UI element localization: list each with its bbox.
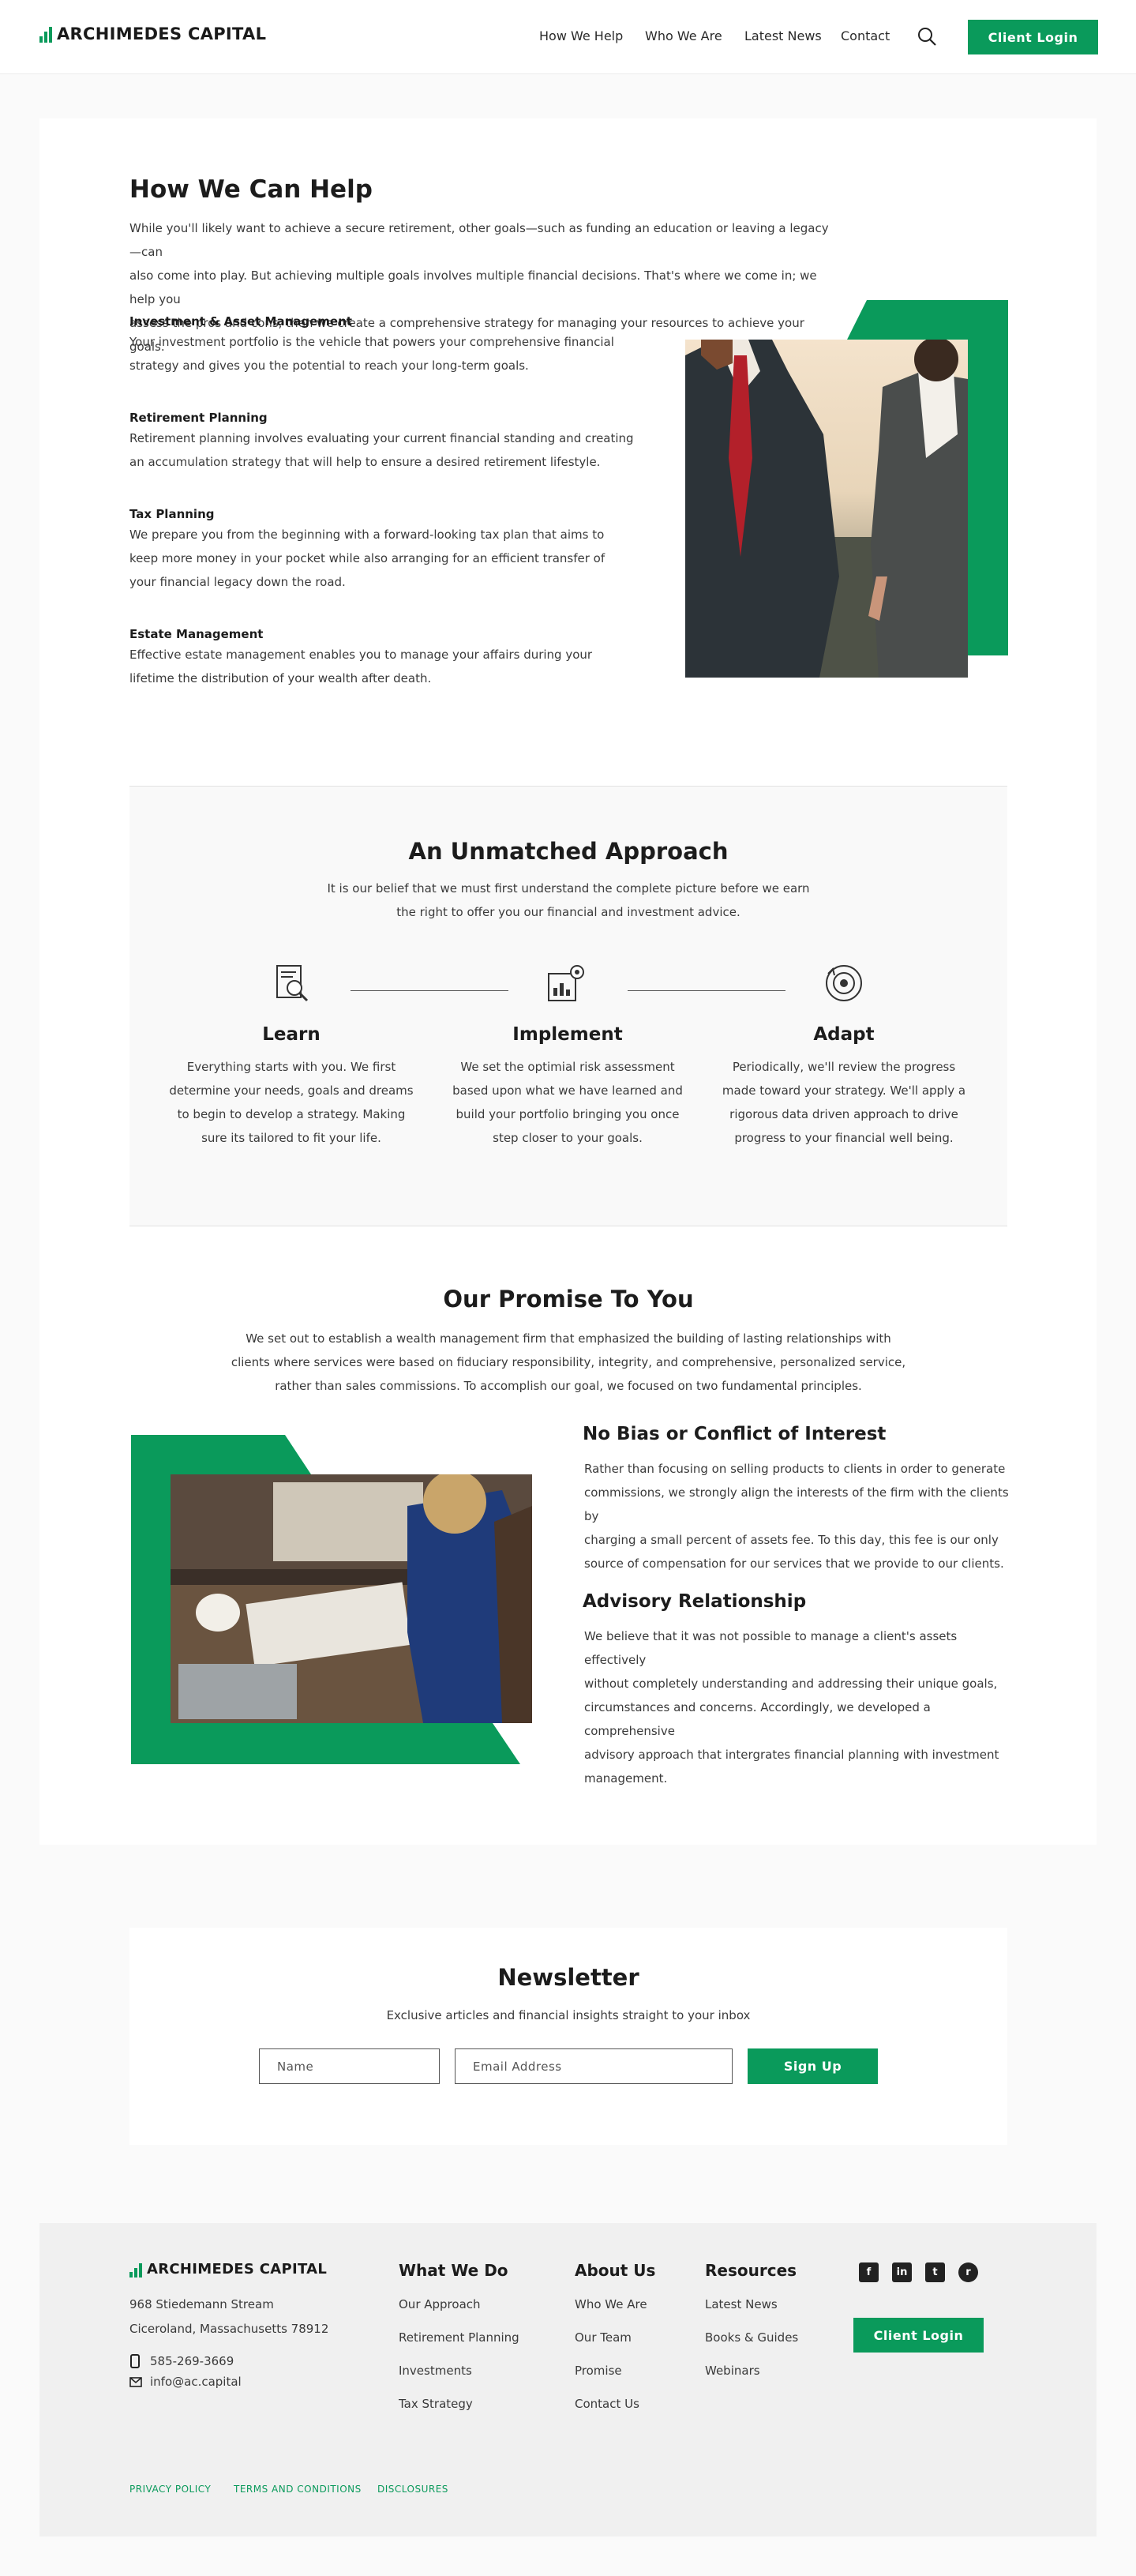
- meeting-photo: [171, 1474, 532, 1723]
- logo-bars-icon: [39, 25, 52, 43]
- newsletter-title: Newsletter: [497, 1964, 639, 1991]
- service-retirement: Retirement Planning Retirement planning …: [129, 411, 643, 474]
- service-title: Retirement Planning: [129, 411, 268, 425]
- target-cycle-icon: [826, 965, 862, 1001]
- step-text-implement: We set the optimial risk assessment based…: [452, 1060, 683, 1145]
- point-text-advisory: We believe that it was not possible to m…: [584, 1629, 999, 1786]
- footer-link-books-guides[interactable]: Books & Guides: [705, 2330, 798, 2345]
- point-text-no-bias: Rather than focusing on selling products…: [584, 1462, 1009, 1571]
- newsletter-section: [129, 1928, 1007, 2145]
- service-title: Tax Planning: [129, 507, 215, 521]
- logo-bars-icon: [129, 2260, 142, 2277]
- business-people-photo: [685, 340, 968, 678]
- footer-link-retirement-planning[interactable]: Retirement Planning: [399, 2330, 519, 2345]
- service-tax: Tax Planning We prepare you from the beg…: [129, 507, 643, 594]
- mail-icon: [129, 2377, 142, 2387]
- reddit-icon[interactable]: r: [958, 2262, 978, 2282]
- approach-intro: It is our belief that we must first unde…: [327, 881, 810, 919]
- signup-button[interactable]: Sign Up: [748, 2048, 878, 2084]
- promise-title: Our Promise To You: [443, 1286, 694, 1312]
- footer-client-login-button[interactable]: Client Login: [853, 2318, 984, 2353]
- footer-col-title-about-us: About Us: [575, 2261, 656, 2280]
- approach-title: An Unmatched Approach: [408, 838, 729, 865]
- footer-col-title-what-we-do: What We Do: [399, 2261, 508, 2280]
- facebook-icon[interactable]: f: [859, 2262, 879, 2282]
- terms-link[interactable]: TERMS AND CONDITIONS: [234, 2484, 362, 2495]
- brand-name: ARCHIMEDES CAPITAL: [57, 24, 267, 43]
- footer-email[interactable]: info@ac.capital: [150, 2375, 242, 2389]
- footer-phone[interactable]: 585-269-3669: [150, 2354, 234, 2368]
- nav-contact[interactable]: Contact: [841, 28, 890, 43]
- nav-who-we-are[interactable]: Who We Are: [645, 28, 722, 43]
- footer-link-tax-strategy[interactable]: Tax Strategy: [399, 2397, 473, 2411]
- help-title: How We Can Help: [129, 175, 373, 204]
- step-title-learn: Learn: [262, 1024, 321, 1045]
- footer-link-latest-news[interactable]: Latest News: [705, 2297, 778, 2311]
- point-title-no-bias: No Bias or Conflict of Interest: [583, 1424, 887, 1444]
- footer-address-line1: 968 Stiedemann Stream: [129, 2297, 274, 2311]
- site-header: ARCHIMEDES CAPITAL How We Help Who We Ar…: [0, 0, 1136, 74]
- point-title-advisory: Advisory Relationship: [583, 1591, 807, 1612]
- step-connector: [628, 990, 785, 991]
- magnifier-document-icon: [276, 965, 309, 1002]
- service-title: Estate Management: [129, 627, 264, 641]
- newsletter-subtitle: Exclusive articles and financial insight…: [386, 2008, 751, 2022]
- step-text-learn: Everything starts with you. We first dete…: [169, 1060, 414, 1145]
- step-title-adapt: Adapt: [813, 1024, 875, 1045]
- footer-link-promise[interactable]: Promise: [575, 2364, 622, 2378]
- newsletter-name-input[interactable]: Name: [259, 2048, 440, 2084]
- search-icon[interactable]: [917, 26, 937, 47]
- footer-brand-logo[interactable]: ARCHIMEDES CAPITAL: [129, 2260, 327, 2277]
- client-login-button[interactable]: Client Login: [968, 20, 1098, 54]
- nav-latest-news[interactable]: Latest News: [744, 28, 822, 43]
- footer-col-title-resources: Resources: [705, 2261, 797, 2280]
- brand-logo[interactable]: ARCHIMEDES CAPITAL: [39, 24, 266, 43]
- twitter-icon[interactable]: t: [925, 2262, 945, 2282]
- service-investment: Investment & Asset Management Your inves…: [129, 314, 643, 377]
- service-estate: Estate Management Effective estate manag…: [129, 627, 643, 690]
- step-text-adapt: Periodically, we'll review the progress m…: [722, 1060, 966, 1145]
- nav-how-we-help[interactable]: How We Help: [539, 28, 623, 43]
- footer-link-our-approach[interactable]: Our Approach: [399, 2297, 481, 2311]
- step-connector: [351, 990, 508, 991]
- gear-chart-icon: [548, 965, 584, 1001]
- phone-icon: [130, 2354, 140, 2368]
- footer-link-contact-us[interactable]: Contact Us: [575, 2397, 639, 2411]
- footer-link-webinars[interactable]: Webinars: [705, 2364, 760, 2378]
- linkedin-icon[interactable]: in: [892, 2262, 912, 2282]
- footer-address-line2: Ciceroland, Massachusetts 78912: [129, 2322, 329, 2336]
- newsletter-email-input[interactable]: Email Address: [455, 2048, 733, 2084]
- service-title: Investment & Asset Management: [129, 314, 352, 329]
- step-title-implement: Implement: [512, 1024, 623, 1045]
- footer-brand-name: ARCHIMEDES CAPITAL: [147, 2260, 328, 2277]
- footer-link-who-we-are[interactable]: Who We Are: [575, 2297, 647, 2311]
- disclosures-link[interactable]: DISCLOSURES: [377, 2484, 448, 2495]
- footer-link-investments[interactable]: Investments: [399, 2364, 472, 2378]
- privacy-policy-link[interactable]: PRIVACY POLICY: [129, 2484, 211, 2495]
- promise-intro: We set out to establish a wealth managem…: [231, 1331, 906, 1393]
- footer-link-our-team[interactable]: Our Team: [575, 2330, 632, 2345]
